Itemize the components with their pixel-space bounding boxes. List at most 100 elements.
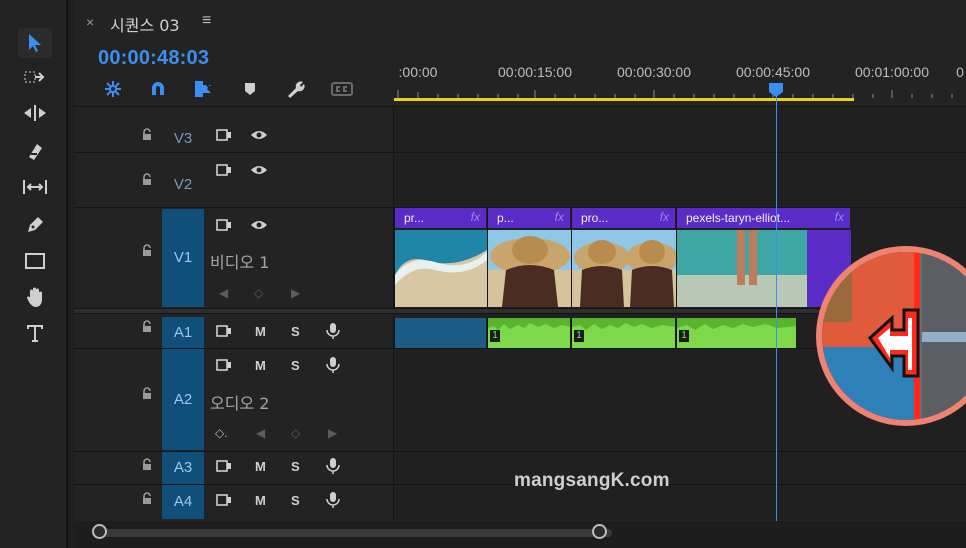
clip-thumbnail-beach xyxy=(395,230,487,307)
clip-marker: 1 xyxy=(679,330,689,342)
sequence-title[interactable]: 시퀀스 03 xyxy=(110,12,180,36)
playhead-line[interactable] xyxy=(776,96,777,522)
scroll-track[interactable] xyxy=(92,529,612,537)
prev-keyframe-icon[interactable]: ◀ xyxy=(256,426,265,440)
eye-icon[interactable] xyxy=(250,163,268,177)
trim-cursor-zoom xyxy=(822,252,966,420)
clip-marker: 1 xyxy=(574,330,584,342)
slip-icon[interactable] xyxy=(18,172,52,202)
sync-lock-icon[interactable] xyxy=(215,163,233,177)
fx-badge[interactable]: fx xyxy=(471,210,480,224)
video-clip[interactable]: pr... fx xyxy=(394,208,487,307)
sync-lock-icon[interactable] xyxy=(215,128,233,142)
hand-icon[interactable] xyxy=(18,282,52,312)
captions-icon[interactable] xyxy=(330,76,354,102)
timeline-controls xyxy=(74,76,394,102)
solo-button[interactable]: S xyxy=(291,358,300,373)
fx-badge[interactable]: fx xyxy=(835,210,844,224)
scroll-handle-left[interactable] xyxy=(92,524,107,539)
lock-icon[interactable] xyxy=(140,458,154,472)
track-name-a3[interactable]: A3 xyxy=(162,452,204,484)
microphone-icon[interactable] xyxy=(324,322,342,340)
clip-name: pexels-taryn-elliot... xyxy=(686,211,791,225)
solo-button[interactable]: S xyxy=(291,493,300,508)
audio-clip[interactable]: 1 xyxy=(487,318,570,348)
sync-lock-icon[interactable] xyxy=(215,493,233,507)
video-clip[interactable]: p... fx xyxy=(487,208,571,307)
audio-waveform xyxy=(488,323,570,348)
fx-badge[interactable]: fx xyxy=(555,210,564,224)
horizontal-scrollbar[interactable] xyxy=(74,521,966,548)
mute-button[interactable]: M xyxy=(255,493,266,508)
lock-icon[interactable] xyxy=(140,173,154,187)
eye-icon[interactable] xyxy=(250,128,268,142)
sync-lock-icon[interactable] xyxy=(215,218,233,232)
lock-icon[interactable] xyxy=(140,320,154,334)
work-area-bar[interactable] xyxy=(394,98,854,101)
mute-button[interactable]: M xyxy=(255,324,266,339)
add-keyframe-icon[interactable]: ◇ xyxy=(291,426,300,440)
fx-badge[interactable]: fx xyxy=(660,210,669,224)
selection-tool-icon[interactable] xyxy=(18,28,52,58)
ruler-label: :00:00 xyxy=(398,64,438,80)
track-divider xyxy=(74,152,966,153)
panel-menu-icon[interactable]: ≡ xyxy=(202,12,211,30)
linked-selection-icon[interactable] xyxy=(192,76,216,102)
sync-lock-icon[interactable] xyxy=(215,324,233,338)
prev-keyframe-icon[interactable]: ◀ xyxy=(219,286,228,300)
magnet-icon[interactable] xyxy=(146,76,170,102)
rectangle-icon[interactable] xyxy=(18,246,52,276)
microphone-icon[interactable] xyxy=(324,491,342,509)
sync-lock-icon[interactable] xyxy=(215,358,233,372)
lock-icon[interactable] xyxy=(140,387,154,401)
razor-icon[interactable] xyxy=(18,136,52,166)
scroll-handle-right[interactable] xyxy=(592,524,607,539)
clip-name: pr... xyxy=(404,211,425,225)
tab-close-button[interactable]: × xyxy=(86,14,94,30)
time-ruler[interactable]: :00:00 00:00:15:00 00:00:30:00 00:00:45:… xyxy=(394,44,966,106)
pen-icon[interactable] xyxy=(18,210,52,240)
microphone-icon[interactable] xyxy=(324,356,342,374)
keyframe-toggle-icon[interactable]: ◇. xyxy=(215,426,228,440)
ripple-edit-icon[interactable] xyxy=(18,98,52,128)
track-label-video1[interactable]: 비디오 1 xyxy=(210,249,269,273)
snap-nest-icon[interactable] xyxy=(101,76,125,102)
microphone-icon[interactable] xyxy=(324,457,342,475)
track-select-icon[interactable] xyxy=(18,62,52,92)
tools-panel xyxy=(0,0,68,548)
clip-name: pro... xyxy=(581,211,609,225)
ruler-label: 0 xyxy=(956,64,964,80)
track-divider xyxy=(74,451,966,452)
track-name-a1[interactable]: A1 xyxy=(162,317,204,348)
solo-button[interactable]: S xyxy=(291,324,300,339)
video-clip[interactable]: pro... fx xyxy=(571,208,676,307)
playhead-timecode[interactable]: 00:00:48:03 xyxy=(98,47,209,70)
track-name-v3[interactable]: V3 xyxy=(162,130,204,147)
type-icon[interactable] xyxy=(18,318,52,348)
next-keyframe-icon[interactable]: ▶ xyxy=(291,286,300,300)
audio-clip[interactable]: 1 xyxy=(676,318,796,348)
solo-button[interactable]: S xyxy=(291,459,300,474)
track-name-a2[interactable]: A2 xyxy=(162,349,204,450)
mute-button[interactable]: M xyxy=(255,459,266,474)
sync-lock-icon[interactable] xyxy=(215,459,233,473)
track-name-v2[interactable]: V2 xyxy=(162,176,204,193)
lock-icon[interactable] xyxy=(140,128,154,142)
wrench-icon[interactable] xyxy=(284,76,308,102)
clip-marker: 1 xyxy=(490,330,500,342)
mute-button[interactable]: M xyxy=(255,358,266,373)
lock-icon[interactable] xyxy=(140,492,154,506)
audio-clip-empty[interactable] xyxy=(394,318,486,348)
video-clip[interactable]: pexels-taryn-elliot... fx xyxy=(676,208,851,307)
lock-icon[interactable] xyxy=(140,244,154,258)
eye-icon[interactable] xyxy=(250,218,268,232)
audio-clip[interactable]: 1 xyxy=(571,318,675,348)
track-label-audio2[interactable]: 오디오 2 xyxy=(210,390,269,414)
track-name-a4[interactable]: A4 xyxy=(162,485,204,519)
track-name-v1[interactable]: V1 xyxy=(162,209,204,307)
timeline-panel: × 시퀀스 03 ≡ 00:00:48:03 :00:00 00:00:15:0… xyxy=(74,0,966,548)
clip-title: p... fx xyxy=(488,208,570,228)
next-keyframe-icon[interactable]: ▶ xyxy=(328,426,337,440)
marker-icon[interactable] xyxy=(238,76,262,102)
add-keyframe-icon[interactable]: ◇ xyxy=(254,286,263,300)
